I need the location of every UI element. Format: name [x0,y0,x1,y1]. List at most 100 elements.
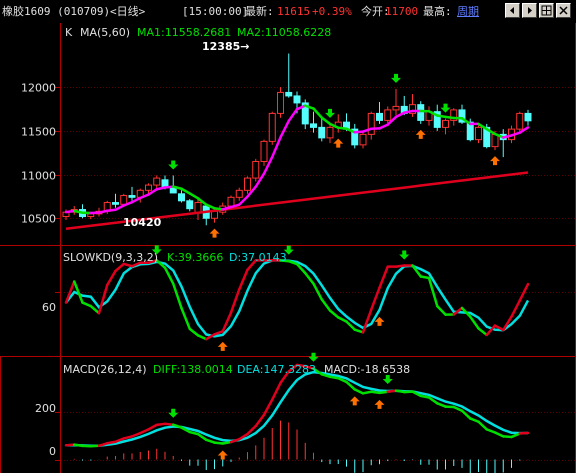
candle-body [376,112,383,121]
ma1-segment [403,109,414,114]
candle [409,94,416,117]
kd-k-segment [97,283,109,315]
ma1-segment [180,187,191,195]
candle-body [112,202,119,205]
candle-body [392,105,400,111]
sell-arrow-icon [168,408,179,418]
sell-arrow-icon [308,352,319,362]
cycle-link[interactable]: 周期 [457,0,479,23]
candle [425,106,433,126]
ma1-segment [130,196,142,204]
candle-body [252,160,260,179]
sell-arrow-icon [440,103,451,113]
kd-k-segment [188,327,200,337]
symbol-name: 橡胶1609 (010709) [2,5,111,18]
candle [334,114,342,133]
candle [301,99,309,130]
candle-body [384,109,392,121]
right-arrow-icon[interactable] [522,3,537,18]
ma1-segment [279,119,290,139]
macd-diff-segment [271,381,282,401]
candle [499,129,507,158]
kd-k-segment [238,268,249,291]
candle [235,187,243,201]
ma1-segment [287,107,299,123]
ma2-label: MA2:11058.6228 [237,26,331,39]
kd-k-segment [419,275,431,280]
candle [351,123,359,149]
macd-diff-segment [469,417,480,423]
candle [367,111,375,140]
max-price-marker: 12385→ [202,40,250,53]
macd-diff-segment [353,388,365,395]
kd-k-segment [106,269,117,287]
kd-k-segment [436,304,447,316]
candle [359,130,367,149]
macd-diff-segment [139,428,150,435]
macd-diff-segment [510,432,521,439]
macd-diff-segment [452,405,464,412]
macd-diff-segment [205,438,216,444]
macd-diff-segment [221,440,233,445]
buy-arrow-icon [209,228,220,238]
ma1-segment [155,186,167,191]
candle [112,193,119,208]
buy-arrow-icon [217,341,228,351]
kd-ytick-60: 60 [42,301,56,314]
kd-k-label: K:39.3666 [167,251,223,264]
close-icon[interactable] [556,3,571,18]
kd-k-segment [370,286,381,311]
candle-body [442,119,449,128]
buy-arrow-icon [333,138,344,148]
candle-body [367,112,375,135]
kline-chart[interactable]: 12000 11500 11000 10500 K MA(5,60) MA1:1155… [0,23,576,473]
candle [516,111,524,133]
ma-params-label: MA(5,60) [80,26,130,39]
candle [277,87,284,118]
ma1-segment [312,107,323,119]
latest-value: 11615 [277,5,311,18]
macd-diff-segment [394,389,406,394]
kd-k-segment [361,308,373,334]
sell-arrow-icon [325,108,335,118]
buy-arrow-icon [490,156,500,166]
candle [524,109,532,126]
ma1-segment [114,204,125,211]
time-label: [15:00:00] [182,5,249,18]
candle-body [186,200,194,210]
macd-diff-segment [147,423,158,431]
macd-histogram [73,420,529,473]
macd-diff-segment [188,430,200,436]
candle-body [268,112,276,142]
grid-icon[interactable] [539,3,554,18]
macd-label: MACD(26,12,4) [63,363,147,376]
latest-label: 最新: [245,5,274,18]
period-label: <日线> [110,5,146,18]
kd-k-segment [312,282,323,301]
kd-k-segment [337,316,348,323]
price-ytick-label: 11500 [21,126,56,139]
open-value: 11700 [385,5,419,18]
candle-body [475,126,482,141]
candle [310,111,317,133]
indicator-name: K [65,26,73,39]
candle [186,199,194,212]
macd-ytick-0: 0 [49,445,56,458]
left-arrow-icon[interactable] [505,3,520,18]
kd-d-label: D:37.0143 [229,251,287,264]
ma-lines [64,104,530,231]
kd-k-segment [213,330,224,336]
ma1-segment [436,114,447,119]
candle-body [153,177,161,186]
price-ytick-label: 12000 [21,82,56,95]
candle [268,111,276,145]
kd-k-segment [180,306,191,331]
macd-diff-segment [254,413,266,428]
ma1-segment [64,209,76,214]
candle [475,125,482,144]
candle-body [359,133,367,146]
macd-ytick-200: 200 [35,402,56,415]
ma1-segment [188,192,200,200]
macd-diff-segment [361,390,373,395]
candle-body [235,189,243,198]
